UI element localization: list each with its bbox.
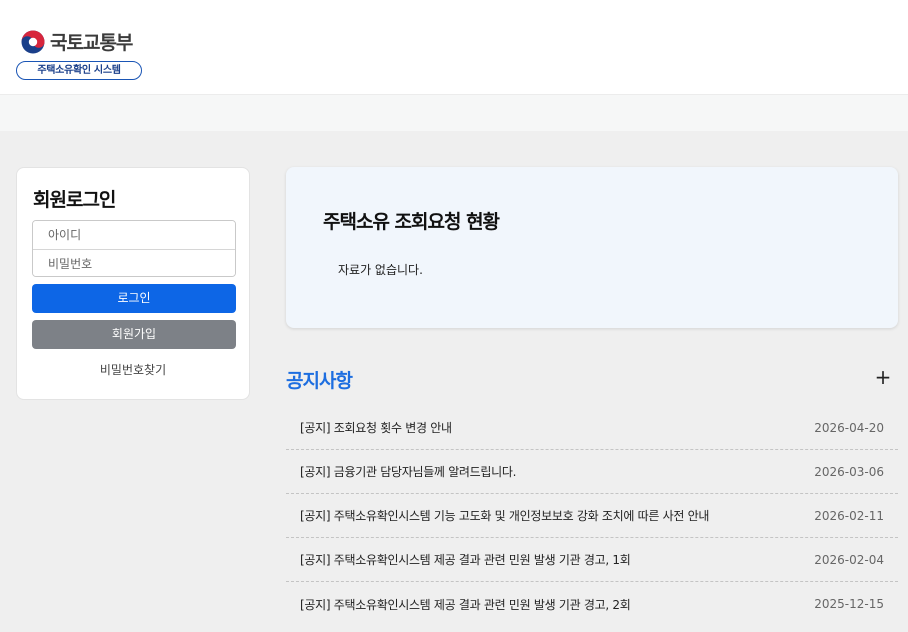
login-title: 회원로그인: [33, 189, 116, 211]
login-button[interactable]: 로그인: [32, 284, 236, 313]
notice-date: 2026-04-20: [814, 420, 884, 435]
plus-icon[interactable]: +: [873, 366, 893, 388]
notice-title[interactable]: [공지] 주택소유확인시스템 기능 고도화 및 개인정보보호 강화 조치에 따른…: [300, 507, 709, 524]
join-button[interactable]: 회원가입: [32, 320, 236, 349]
notice-title[interactable]: [공지] 주택소유확인시스템 제공 결과 관련 민원 발생 기관 경고, 2회: [300, 596, 631, 613]
inquiry-status-panel: 주택소유 조회요청 현황 자료가 없습니다.: [286, 167, 898, 328]
empty-message: 자료가 없습니다.: [338, 263, 423, 277]
notice-section-title[interactable]: 공지사항: [286, 366, 353, 393]
notice-row[interactable]: [공지] 주택소유확인시스템 기능 고도화 및 개인정보보호 강화 조치에 따른…: [286, 494, 898, 538]
login-input-group: [32, 220, 236, 277]
status-title: 주택소유 조회요청 현황: [323, 211, 500, 233]
password-input[interactable]: [33, 250, 235, 276]
site-header: 국토교통부 주택소유확인 시스템: [0, 0, 908, 95]
notice-row[interactable]: [공지] 주택소유확인시스템 제공 결과 관련 민원 발생 기관 경고, 1회 …: [286, 538, 898, 582]
ministry-name: 국토교통부: [50, 32, 133, 54]
notice-date: 2026-03-06: [814, 464, 884, 479]
notice-list: [공지] 조회요청 횟수 변경 안내 2026-04-20 [공지] 금융기관 …: [286, 406, 898, 626]
notice-title[interactable]: [공지] 금융기관 담당자님들께 알려드립니다.: [300, 463, 516, 480]
notice-row[interactable]: [공지] 금융기관 담당자님들께 알려드립니다. 2026-03-06: [286, 450, 898, 494]
notice-row[interactable]: [공지] 조회요청 횟수 변경 안내 2026-04-20: [286, 406, 898, 450]
sub-navigation-bar: [0, 95, 908, 131]
system-name-badge: 주택소유확인 시스템: [16, 61, 142, 80]
taegeuk-emblem-icon: [21, 30, 45, 53]
notice-row[interactable]: [공지] 주택소유확인시스템 제공 결과 관련 민원 발생 기관 경고, 2회 …: [286, 582, 898, 626]
member-login-panel: 회원로그인 로그인 회원가입 비밀번호찾기: [16, 167, 250, 400]
notice-title[interactable]: [공지] 조회요청 횟수 변경 안내: [300, 419, 452, 436]
ministry-logo[interactable]: 국토교통부: [20, 28, 133, 55]
notice-date: 2025-12-15: [814, 597, 884, 611]
user-id-input[interactable]: [33, 221, 235, 249]
notice-title[interactable]: [공지] 주택소유확인시스템 제공 결과 관련 민원 발생 기관 경고, 1회: [300, 551, 631, 568]
notice-date: 2026-02-11: [814, 508, 884, 523]
find-password-link[interactable]: 비밀번호찾기: [17, 361, 249, 378]
notice-date: 2026-02-04: [814, 552, 884, 567]
